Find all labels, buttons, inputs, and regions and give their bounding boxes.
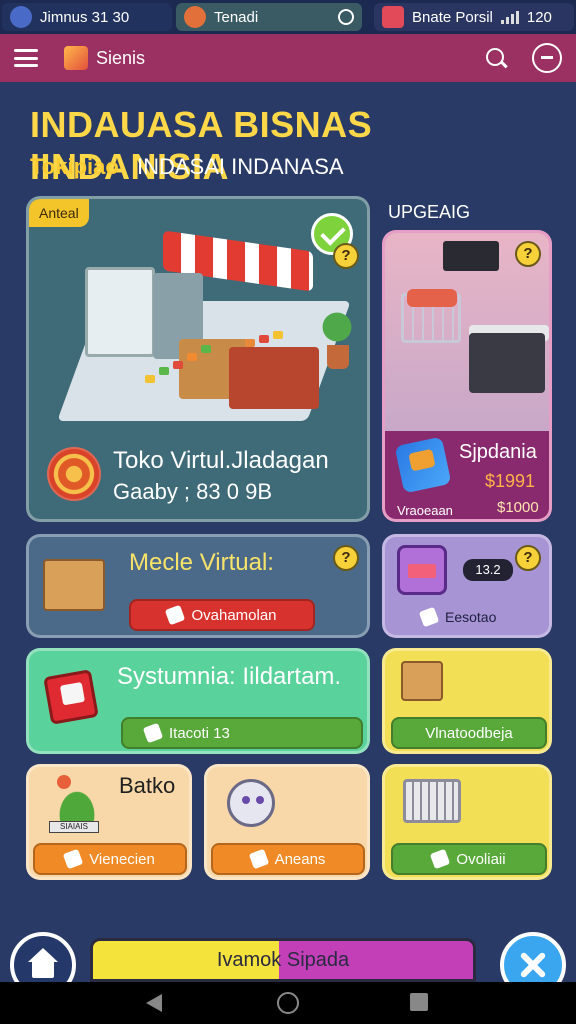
status-tab-1-label: Jimnus 31 30 bbox=[40, 8, 130, 26]
robot-card[interactable]: Aneans bbox=[204, 764, 370, 880]
crate-icon bbox=[43, 559, 105, 611]
app-logo-icon bbox=[64, 46, 88, 70]
app-logo-icon bbox=[10, 6, 32, 28]
mode-virtual-button-label: Ovahamolan bbox=[191, 606, 277, 624]
status-tab-3-label: Bnate Porsil bbox=[412, 8, 493, 26]
basket-icon bbox=[403, 779, 461, 823]
help-icon[interactable]: ? bbox=[333, 243, 359, 269]
upgrade-card[interactable]: ? Sjpdania $1991 Vraoeaan $1000 bbox=[382, 230, 552, 522]
parcel-button[interactable]: Vlnatoodbeja bbox=[391, 717, 547, 749]
upgrade-label: UPGEAIG bbox=[388, 202, 471, 222]
store-sign-illustration bbox=[443, 241, 499, 271]
shop-coin-icon bbox=[47, 447, 101, 501]
tag-icon bbox=[62, 848, 84, 870]
page-subtitle: Tokipiao INDASAI INDANASA bbox=[30, 154, 344, 180]
help-icon[interactable]: ? bbox=[515, 241, 541, 267]
parcel-button-label: Vlnatoodbeja bbox=[425, 724, 513, 742]
back-icon[interactable] bbox=[146, 994, 162, 1012]
system-button-label: Itacoti 13 bbox=[169, 724, 230, 742]
mode-virtual-card[interactable]: Mecle Virtual: ? Ovahamolan bbox=[26, 534, 370, 638]
signal-icon bbox=[500, 10, 519, 24]
label-strip: SIAIAIS bbox=[49, 821, 99, 833]
mode-virtual-button[interactable]: Ovahamolan bbox=[129, 599, 315, 631]
upgrade-name: Sjpdania bbox=[459, 441, 537, 463]
status-tab-1[interactable]: Jimnus 31 30 bbox=[2, 3, 172, 31]
parcel-icon bbox=[401, 661, 443, 701]
system-title: Systumnia: Iildartam. bbox=[117, 663, 342, 690]
tag-icon bbox=[165, 604, 186, 626]
main-shop-card[interactable]: Anteal ? Toko Virtul.Jladagan Gaaby ; 83… bbox=[26, 196, 370, 522]
bottom-banner[interactable]: Ivamok Sipada bbox=[90, 938, 476, 982]
robot-icon bbox=[227, 779, 275, 827]
timer-badge: 13.2 bbox=[463, 559, 513, 581]
system-card[interactable]: Systumnia: Iildartam. Itacoti 13 bbox=[26, 648, 370, 754]
store-logo-icon bbox=[382, 6, 404, 28]
gift-icon bbox=[43, 669, 99, 725]
card-tag: Anteal bbox=[29, 199, 89, 227]
status-tab-2-label: Tenadi bbox=[214, 8, 259, 26]
subtitle-text: INDASAI INDANASA bbox=[136, 154, 344, 179]
shop-subtitle: Gaaby ; 83 0 9B bbox=[113, 479, 272, 504]
tag-icon bbox=[418, 606, 440, 628]
status-tab-2[interactable]: Tenadi bbox=[176, 3, 362, 31]
upgrade-price: $1991 bbox=[485, 471, 536, 491]
parcel-card[interactable]: Vlnatoodbeja bbox=[382, 648, 552, 754]
upgrade-small-label: Vraoeaan bbox=[397, 503, 453, 518]
mode-virtual-title: Mecle Virtual: bbox=[129, 549, 274, 576]
search-icon[interactable] bbox=[484, 46, 508, 70]
shop-name: Toko Virtul.Jladagan bbox=[113, 447, 329, 474]
check-icon bbox=[142, 722, 164, 744]
plant-card[interactable]: SIAIAIS Batko Vienecien bbox=[26, 764, 192, 880]
plant-title: Batko bbox=[119, 773, 176, 798]
chat-icon[interactable] bbox=[532, 43, 562, 73]
help-icon[interactable]: ? bbox=[515, 545, 541, 571]
plant-button[interactable]: Vienecien bbox=[33, 843, 187, 875]
schedule-label: Eesotao bbox=[445, 609, 497, 625]
schedule-card[interactable]: 13.2 ? Eesotao bbox=[382, 534, 552, 638]
system-button[interactable]: Itacoti 13 bbox=[121, 717, 363, 749]
bottom-banner-label: Ivamok Sipada bbox=[216, 948, 350, 971]
upgrade-cost: $1000 bbox=[497, 499, 539, 516]
nav-home-icon[interactable] bbox=[277, 992, 299, 1014]
app-bar: Sienis bbox=[0, 34, 576, 82]
recents-icon[interactable] bbox=[410, 993, 428, 1011]
robot-button[interactable]: Aneans bbox=[211, 843, 365, 875]
status-tab-3[interactable]: Bnate Porsil 120 bbox=[374, 3, 574, 31]
help-icon[interactable]: ? bbox=[333, 545, 359, 571]
plant-illustration bbox=[317, 307, 357, 347]
plant-icon bbox=[47, 775, 107, 825]
menu-icon[interactable] bbox=[14, 49, 38, 67]
box-icon bbox=[394, 436, 452, 494]
shield-icon bbox=[338, 9, 354, 25]
subtitle-accent: Tokipiao bbox=[30, 154, 119, 179]
clock-text: 120 bbox=[526, 8, 552, 26]
status-bar: Jimnus 31 30 Tenadi Bnate Porsil 120 bbox=[0, 0, 576, 34]
basket-button-label: Ovoliaii bbox=[456, 850, 506, 868]
basket-button[interactable]: Ovoliaii bbox=[391, 843, 547, 875]
check-icon bbox=[430, 848, 451, 870]
app-title: Sienis bbox=[96, 47, 146, 68]
plant-button-label: Vienecien bbox=[89, 850, 155, 868]
shop-logo-icon bbox=[184, 6, 206, 28]
calendar-icon bbox=[397, 545, 447, 595]
basket-card[interactable]: Ovoliaii bbox=[382, 764, 552, 880]
counter-illustration bbox=[469, 333, 545, 393]
tag-icon bbox=[248, 848, 269, 870]
robot-button-label: Aneans bbox=[274, 850, 326, 868]
market-illustration bbox=[57, 227, 357, 427]
system-nav-bar bbox=[0, 982, 576, 1024]
